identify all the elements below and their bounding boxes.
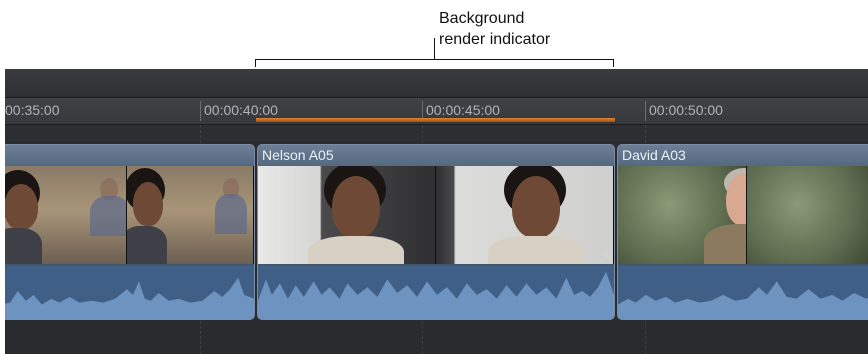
timeline-toolbar [5, 69, 868, 98]
tick-mark [200, 101, 201, 121]
tick-label: 00:35:00 [5, 102, 60, 118]
clip-filmstrip [258, 166, 614, 264]
tick-label: 00:00:45:00 [426, 102, 500, 118]
clip-previous[interactable] [5, 144, 255, 320]
audio-waveform [5, 266, 254, 319]
clip-header [5, 145, 254, 166]
clip-filmstrip [618, 166, 868, 264]
audio-waveform [618, 266, 868, 319]
tick-label: 00:00:40:00 [204, 102, 278, 118]
callout-line-1: Background [439, 10, 525, 27]
filmstrip-frame [127, 166, 254, 264]
tick-mark [645, 101, 646, 121]
clip-title: Nelson A05 [262, 147, 334, 163]
clip-nelson-a05[interactable]: Nelson A05 ◣ [257, 144, 615, 320]
audio-waveform [258, 266, 614, 319]
clip-title: David A03 [622, 147, 686, 163]
filmstrip-frame [258, 166, 436, 264]
clip-filmstrip [5, 166, 254, 264]
tick-label: 00:00:50:00 [649, 102, 723, 118]
filmstrip-frame [618, 166, 747, 264]
clip-header: David A03 [618, 145, 868, 166]
timeline-gutter [5, 125, 868, 141]
clip-header: Nelson A05 [258, 145, 614, 166]
clip-david-a03[interactable]: David A03 [617, 144, 868, 320]
callout-line-2: render indicator [439, 31, 551, 48]
filmstrip-frame [436, 166, 614, 264]
timeline[interactable]: 00:35:00 00:00:40:00 00:00:45:00 00:00:5… [5, 69, 868, 354]
filmstrip-frame [5, 166, 127, 264]
callout-pointer-line [434, 38, 435, 60]
callout-bracket [255, 59, 614, 67]
filmstrip-frame [747, 166, 868, 264]
render-indicator-callout: Background render indicator [439, 8, 609, 50]
background-render-bar [256, 118, 615, 122]
clip-marker-icon: ◣ [604, 249, 611, 259]
